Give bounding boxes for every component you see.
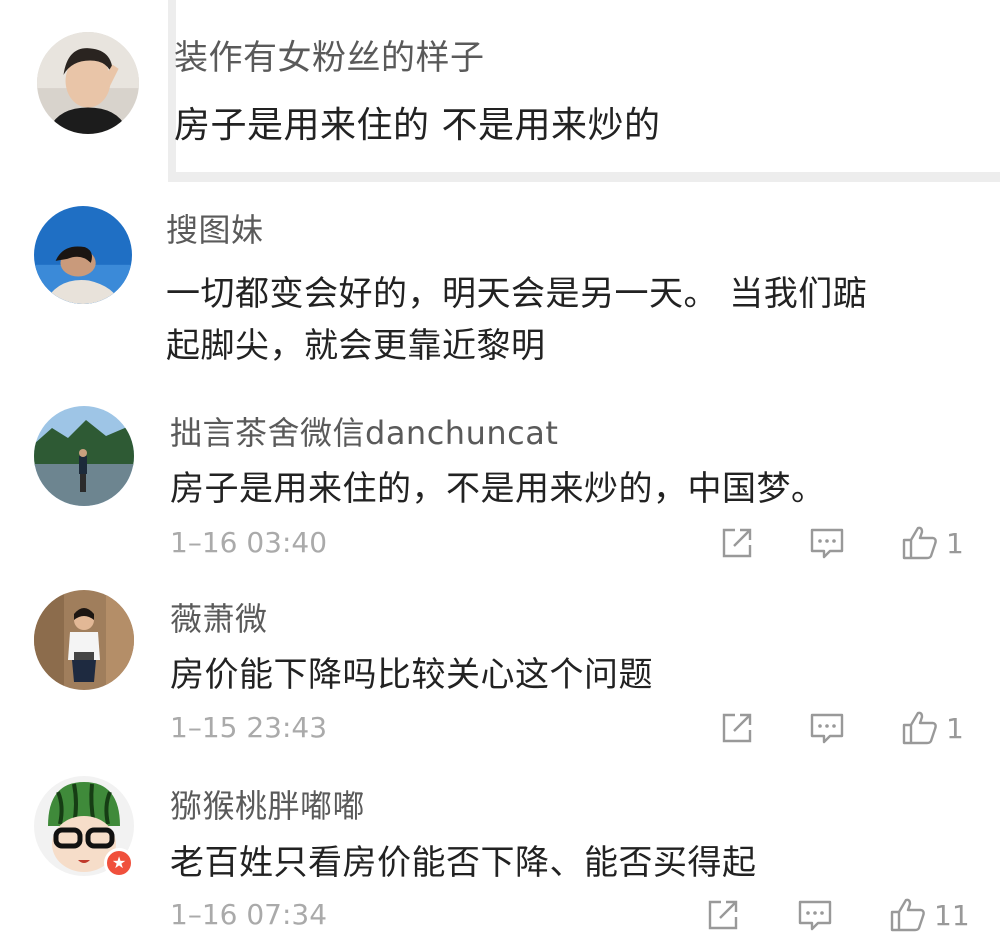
comment-username[interactable]: 薇萧微 [170,594,268,640]
thumbs-up-icon [902,526,937,560]
thumbs-up-icon [890,898,925,932]
like-count: 11 [934,898,970,932]
comment-username[interactable]: 装作有女粉丝的样子 [174,30,485,79]
quote-bottom-divider [168,172,1000,182]
like-button[interactable]: 1 [900,708,964,748]
comment-username[interactable]: 搜图妹 [166,205,264,251]
comment-username[interactable]: 猕猴桃胖嘟嘟 [170,781,365,827]
like-button[interactable]: 1 [900,523,964,563]
comment-icon [798,900,832,931]
like-button[interactable]: 11 [888,895,970,935]
comment-text: 房子是用来住的 不是用来炒的 [174,105,661,146]
avatar[interactable] [34,206,132,304]
thumbs-up-icon [902,711,937,745]
share-button[interactable] [718,709,756,747]
comment-text: 房价能下降吗比较关心这个问题 [170,655,653,695]
comment-icon [810,528,844,559]
reply-button[interactable] [808,709,846,747]
comment-username[interactable]: 拙言茶舍微信danchuncat [170,408,558,454]
comment-text: 起脚尖，就会更靠近黎明 [166,326,546,366]
comment-timestamp: 1–15 23:43 [170,711,328,744]
like-count: 1 [946,526,964,560]
avatar[interactable] [37,32,139,134]
comment-timestamp: 1–16 03:40 [170,526,328,559]
quote-left-border [168,0,176,182]
share-button[interactable] [704,896,742,934]
comment-feed: 装作有女粉丝的样子 房子是用来住的 不是用来炒的 搜图妹 一切都变会好的，明天会… [0,0,1000,949]
share-icon [722,713,752,743]
avatar[interactable] [34,590,134,690]
share-icon [708,900,738,930]
comment-text: 房子是用来住的，不是用来炒的，中国梦。 [170,469,826,509]
share-icon [722,528,752,558]
share-button[interactable] [718,524,756,562]
comment-text: 一切都变会好的，明天会是另一天。 当我们踮 [166,274,868,314]
reply-button[interactable] [808,524,846,562]
avatar[interactable] [34,406,134,506]
reply-button[interactable] [796,896,834,934]
star-badge-icon: ★ [104,848,134,878]
comment-icon [810,713,844,744]
comment-timestamp: 1–16 07:34 [170,898,328,931]
comment-text: 老百姓只看房价能否下降、能否买得起 [170,843,757,883]
like-count: 1 [946,711,964,745]
